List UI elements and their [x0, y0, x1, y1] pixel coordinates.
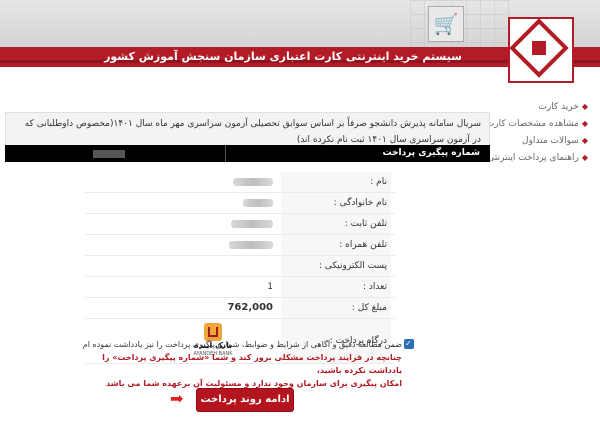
logo-center [532, 41, 546, 55]
redacted-value [231, 219, 273, 228]
sidebar-item-view-card[interactable]: ◆مشاهده مشخصات کارت [486, 115, 588, 132]
sidebar-item-label: سوالات متداول [522, 136, 579, 146]
bullet-icon: ◆ [581, 119, 588, 128]
table-row: نام : [85, 172, 395, 193]
row-label: تلفن همراه : [281, 235, 391, 255]
table-row: تلفن ثابت : [85, 214, 395, 235]
tracking-number-bar: شماره پیگیری پرداخت [5, 145, 490, 162]
table-row: پست الکترونیکی : [85, 256, 395, 277]
first-name-value [85, 172, 281, 192]
organization-logo [508, 17, 574, 83]
warning-line-1: چنانچه در فرایند پرداخت مشکلی بروز کند و… [102, 353, 402, 375]
agreement-text: ضمن مطالعه دقیق و آگاهی از شرایط و ضوابط… [82, 340, 402, 349]
bullet-icon: ◆ [581, 153, 588, 162]
tracking-value-redacted [93, 150, 125, 158]
table-row: نام خانوادگی : [85, 193, 395, 214]
shopping-cart-icon: 🛒 [428, 6, 464, 42]
agreement-checkbox-row[interactable]: ضمن مطالعه دقیق و آگاهی از شرایط و ضوابط… [82, 337, 414, 351]
sidebar-item-payment-guide[interactable]: ◆راهنمای پرداخت اینترنتی [487, 149, 588, 166]
table-row: تعداد : 1 [85, 277, 395, 298]
redacted-value [229, 240, 273, 249]
system-title: سیستم خرید اینترنتی کارت اعتباری سازمان … [104, 50, 462, 63]
agreement-section: ضمن مطالعه دقیق و آگاهی از شرایط و ضوابط… [82, 337, 414, 390]
table-row: تلفن همراه : [85, 235, 395, 256]
continue-payment-button[interactable]: ادامه روند پرداخت [196, 388, 294, 412]
row-label: پست الکترونیکی : [281, 256, 391, 276]
row-label: تعداد : [281, 277, 391, 297]
redacted-value [243, 198, 273, 207]
row-label: نام خانوادگی : [281, 193, 391, 213]
tracking-divider [225, 145, 226, 162]
sidebar-item-label: راهنمای پرداخت اینترنتی [487, 153, 579, 163]
last-name-value [85, 193, 281, 213]
phone-value [85, 214, 281, 234]
row-label: مبلغ کل : [281, 298, 391, 318]
sidebar-item-faq[interactable]: ◆سوالات متداول [498, 132, 588, 149]
redacted-value [233, 177, 273, 186]
table-row: مبلغ کل : 762,000 [85, 298, 395, 319]
sidebar-menu: ◆خرید کارت ◆مشاهده مشخصات کارت ◆سوالات م… [486, 98, 588, 166]
total-amount-value: 762,000 [227, 302, 273, 313]
row-label: نام : [281, 172, 391, 192]
mobile-value [85, 235, 281, 255]
quantity-value: 1 [267, 282, 273, 292]
arrow-right-icon: ➡ [170, 389, 184, 408]
row-label: تلفن ثابت : [281, 214, 391, 234]
sidebar-item-label: خرید کارت [538, 102, 579, 112]
sidebar-item-buy-card[interactable]: ◆خرید کارت [498, 98, 588, 115]
agreement-checkbox[interactable] [404, 337, 414, 350]
email-value [85, 256, 281, 276]
tracking-label: شماره پیگیری پرداخت [382, 148, 480, 158]
bullet-icon: ◆ [581, 102, 588, 111]
bullet-icon: ◆ [581, 136, 588, 145]
order-details-table: نام : نام خانوادگی : تلفن ثابت : تلفن هم… [85, 172, 395, 364]
